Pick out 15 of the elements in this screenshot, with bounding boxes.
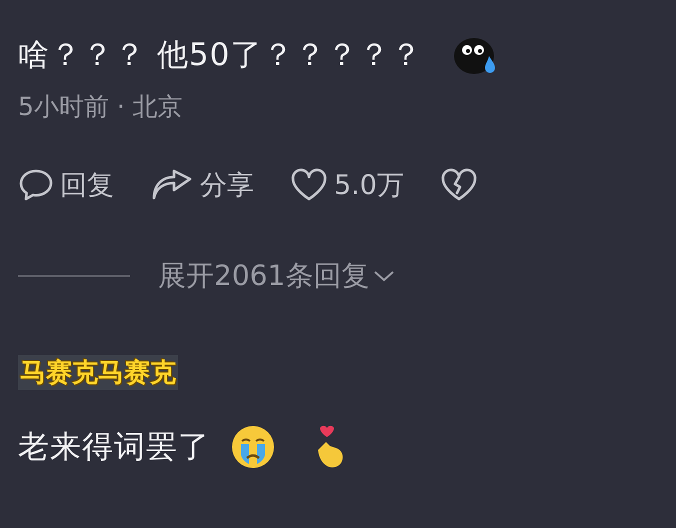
share-button[interactable]: 分享 <box>150 167 254 203</box>
comment-bubble-icon <box>18 168 54 202</box>
like-button[interactable]: 5.0万 <box>290 167 404 203</box>
share-arrow-icon <box>150 169 194 201</box>
reply-button[interactable]: 回复 <box>18 167 114 203</box>
username: 马赛克马赛克 <box>18 355 178 390</box>
comment-meta: 5小时前 · 北京 <box>18 91 184 123</box>
expand-replies-button[interactable]: 展开2061条回复 <box>158 257 396 295</box>
chevron-down-icon <box>373 269 396 283</box>
comment-text: 啥？？？ 他50了？？？？？ <box>18 36 422 75</box>
comment-text: 老来得词罢了 <box>18 428 210 467</box>
heart-icon <box>290 168 328 202</box>
crying-face-emoji-icon <box>230 424 276 470</box>
broken-heart-icon <box>440 168 478 202</box>
dislike-button[interactable] <box>440 168 478 202</box>
